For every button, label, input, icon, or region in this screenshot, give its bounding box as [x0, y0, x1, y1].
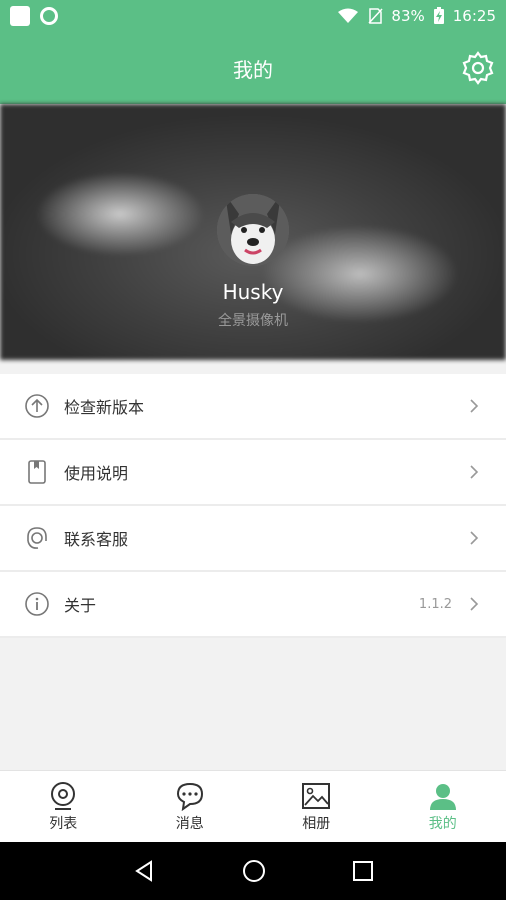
home-icon[interactable]: [241, 858, 267, 884]
wifi-icon: [338, 8, 359, 23]
manual-icon: [24, 459, 50, 485]
notification-circle-icon: [40, 7, 58, 25]
menu-item-about[interactable]: 关于 1.1.2: [0, 572, 506, 638]
tab-messages[interactable]: 消息: [127, 771, 254, 842]
app-header: 我的: [0, 32, 506, 104]
tab-label: 列表: [49, 815, 78, 832]
menu-item-label: 联系客服: [64, 530, 129, 549]
app-version: 1.1.2: [418, 596, 452, 612]
avatar[interactable]: [217, 194, 289, 266]
profile-banner: Husky 全景摄像机: [0, 104, 506, 360]
upload-circle-icon: [24, 393, 50, 419]
profile-name: Husky: [222, 280, 284, 304]
status-bar: 83% 16:25: [0, 0, 506, 32]
chevron-right-icon: [470, 465, 479, 479]
profile-subtitle: 全景摄像机: [218, 313, 288, 329]
system-nav-bar: [0, 842, 506, 900]
husky-avatar-image: [217, 194, 289, 266]
tab-list[interactable]: 列表: [0, 771, 127, 842]
chevron-right-icon: [470, 531, 479, 545]
tab-label: 我的: [428, 815, 457, 832]
page-title: 我的: [233, 57, 273, 82]
album-icon: [302, 782, 331, 809]
tab-album[interactable]: 相册: [253, 771, 380, 842]
battery-charging-icon: [433, 7, 444, 24]
clock: 16:25: [452, 7, 496, 25]
chevron-right-icon: [470, 597, 479, 611]
menu-item-check-update[interactable]: 检查新版本: [0, 374, 506, 440]
recents-icon[interactable]: [352, 860, 374, 882]
gear-icon[interactable]: [460, 50, 496, 86]
tab-mine[interactable]: 我的: [380, 771, 506, 842]
customer-service-icon: [24, 525, 50, 551]
notification-square-icon: [10, 6, 30, 26]
chevron-right-icon: [470, 399, 479, 413]
menu-item-label: 使用说明: [64, 464, 129, 483]
camera-icon: [51, 781, 76, 810]
info-icon: [24, 591, 50, 617]
tab-label: 消息: [175, 815, 204, 832]
message-icon: [176, 782, 203, 811]
settings-menu: 检查新版本 使用说明 联系客服 关于 1.1.2: [0, 374, 506, 638]
no-sim-icon: [368, 8, 383, 24]
bottom-tab-bar: 列表 消息 相册 我的: [0, 770, 506, 842]
battery-level: 83%: [391, 7, 425, 25]
menu-item-contact-support[interactable]: 联系客服: [0, 506, 506, 572]
tab-label: 相册: [302, 815, 331, 832]
person-icon: [429, 783, 456, 810]
menu-item-label: 关于: [64, 596, 97, 615]
back-icon[interactable]: [132, 859, 156, 883]
menu-item-instructions[interactable]: 使用说明: [0, 440, 506, 506]
menu-item-label: 检查新版本: [64, 398, 145, 417]
